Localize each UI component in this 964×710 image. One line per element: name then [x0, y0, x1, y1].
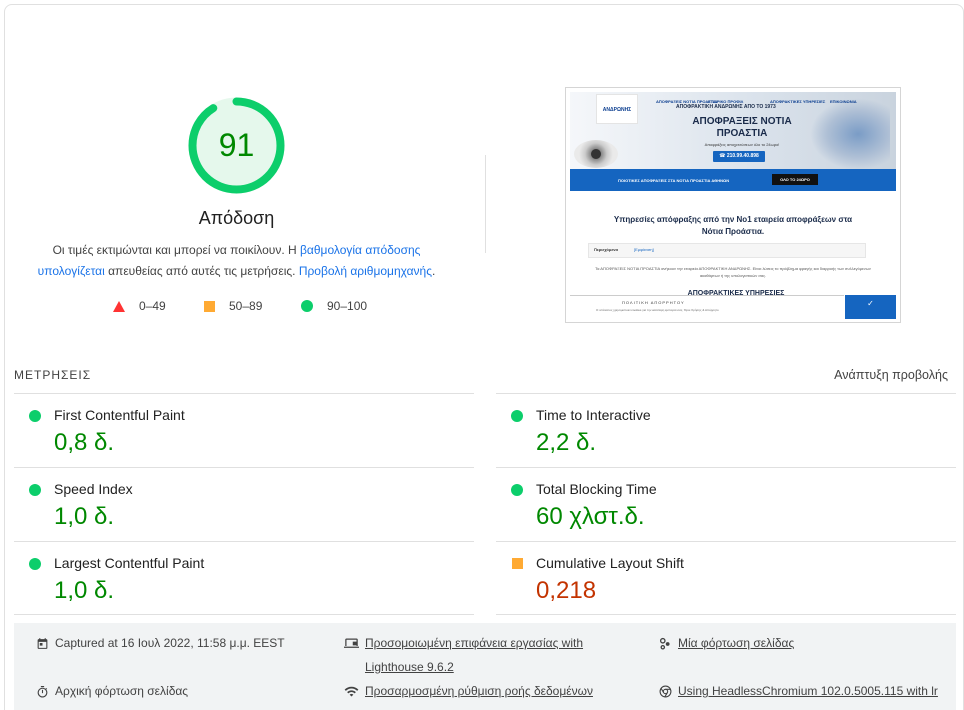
legend-pass-label: 90–100	[327, 299, 368, 313]
metric-speed-index: Speed Index 1,0 δ.	[14, 468, 474, 542]
metric-lcp: Largest Contentful Paint 1,0 δ.	[14, 542, 474, 616]
metric-value: 60 χλστ.δ.	[536, 503, 645, 530]
thumb-nav-item: ΕΠΙΚΟΙΝΩΝΙΑ	[830, 99, 857, 104]
pass-circle-icon	[29, 558, 41, 570]
metric-name: Speed Index	[54, 481, 133, 497]
pass-circle-icon	[29, 410, 41, 422]
info-initial-load: Αρχική φόρτωση σελίδας	[36, 684, 188, 699]
initial-load-text: Αρχική φόρτωση σελίδας	[55, 684, 189, 698]
legend-fail: 0–49	[113, 299, 166, 313]
pass-circle-icon	[301, 300, 313, 312]
calculator-link[interactable]: Προβολή αριθμομηχανής	[299, 264, 432, 278]
legend-pass: 90–100	[301, 299, 367, 313]
metric-name: Cumulative Layout Shift	[536, 555, 684, 571]
legend-average: 50–89	[204, 299, 262, 313]
runtime-info-panel: Captured at 16 Ιουλ 2022, 11:58 μ.μ. EES…	[14, 623, 956, 710]
performance-description: Οι τιμές εκτιμώνται και μπορεί να ποικίλ…	[30, 240, 443, 282]
thumb-cookie-text: Ο ιστότοπος χρησιμοποιεί cookies για την…	[596, 308, 719, 312]
throttling-link[interactable]: Προσαρμοσμένη ρύθμιση ροής δεδομένων	[365, 679, 593, 703]
metric-value: 0,8 δ.	[54, 429, 115, 456]
fail-triangle-icon	[113, 300, 125, 312]
metric-name: Time to Interactive	[536, 407, 651, 423]
thumb-logo: ΑΝΔΡΩΝΗΣ	[596, 94, 638, 124]
device-line-1: Προσομοιωμένη επιφάνεια εργασίας with	[365, 636, 584, 650]
thumb-nav-item: ΑΠΟΦΡΑΚΤΙΚΕΣ ΥΠΗΡΕΣΙΕΣ	[770, 99, 826, 104]
thumb-cookie-title: ΠΟΛΙΤΙΚΗ ΑΠΟΡΡΗΤΟΥ	[622, 300, 685, 305]
final-screenshot[interactable]: ΑΝΔΡΩΝΗΣ ΑΠΟΦΡΑΞΕΙΣ ΝΟΤΙΑ ΠΡΟΑΣΤΙΑ ΕΤΑΙΡ…	[565, 87, 901, 323]
captured-text: Captured at 16 Ιουλ 2022, 11:58 μ.μ. EES…	[55, 636, 285, 650]
laptop-icon	[344, 638, 359, 648]
metrics-heading: ΜΕΤΡΗΣΕΙΣ	[14, 368, 92, 382]
pass-circle-icon	[29, 484, 41, 496]
metric-name: Largest Contentful Paint	[54, 555, 205, 571]
wifi-icon	[344, 686, 359, 697]
thumb-toc-link: [Εμφάνιση]	[634, 247, 654, 252]
thumb-cookie-banner	[570, 295, 844, 319]
performance-score: 91	[218, 127, 255, 163]
performance-title: Απόδοση	[198, 208, 275, 228]
thumb-accept-button: ✓	[845, 295, 896, 319]
metric-value: 0,218	[536, 577, 597, 604]
metric-name: Total Blocking Time	[536, 481, 657, 497]
thumb-bar-text: ΠΟΙΟΤΙΚΕΣ ΑΠΟΦΡΑΞΕΙΣ ΣΤΑ ΝΟΤΙΑ ΠΡΟΑΣΤΙΑ …	[618, 178, 730, 183]
thumb-headline: ΑΠΟΦΡΑΞΕΙΣ ΝΟΤΙΑ ΠΡΟΑΣΤΙΑ	[692, 116, 792, 139]
multi-circles-icon	[659, 637, 670, 650]
device-line-2: Lighthouse 9.6.2	[365, 660, 454, 674]
metric-tbt: Total Blocking Time 60 χλστ.δ.	[496, 468, 956, 542]
metric-fcp: First Contentful Paint 0,8 δ.	[14, 394, 474, 468]
browser-link[interactable]: Using HeadlessChromium 102.0.5005.115 wi…	[678, 679, 938, 703]
metric-value: 1,0 δ.	[54, 503, 115, 530]
thumb-subtitle: Αποφράξεις αποχετεύσεων όλο το 24ωρο!	[704, 142, 780, 147]
info-throttling[interactable]: Προσαρμοσμένη ρύθμιση ροής δεδομένων	[344, 684, 593, 703]
vertical-divider	[485, 155, 486, 253]
desc-text-2: απευθείας από αυτές τις μετρήσεις.	[104, 264, 299, 278]
metric-value: 1,0 δ.	[54, 577, 115, 604]
metric-tti: Time to Interactive 2,2 δ.	[496, 394, 956, 468]
info-single-load[interactable]: Μία φόρτωση σελίδας	[659, 636, 794, 655]
thumb-phone-button: ☎ 210.99.40.898	[713, 151, 765, 162]
chrome-icon	[659, 685, 672, 698]
thumb-toc-box	[588, 243, 866, 258]
single-load-link[interactable]: Μία φόρτωση σελίδας	[678, 631, 794, 655]
pass-circle-icon	[511, 484, 523, 496]
metric-name: First Contentful Paint	[54, 407, 185, 423]
thumb-tagline: ΑΠΟΦΡΑΚΤΙΚΗ ΑΝΔΡΩΝΗΣ ΑΠΟ ΤΟ 1973	[676, 104, 776, 110]
thumb-toc-label: Περιεχόμενα	[594, 247, 618, 252]
device-link[interactable]: Προσομοιωμένη επιφάνεια εργασίας with Lig…	[365, 631, 583, 679]
thumb-drain-image	[574, 140, 618, 168]
info-browser[interactable]: Using HeadlessChromium 102.0.5005.115 wi…	[659, 684, 938, 703]
thumb-bar-button: ΟΛΟ ΤΟ 24ΩΡΟ	[772, 174, 818, 185]
score-legend: 0–49 50–89 90–100	[0, 299, 480, 317]
calendar-icon	[37, 638, 48, 649]
legend-average-label: 50–89	[229, 299, 263, 313]
metric-value: 2,2 δ.	[536, 429, 597, 456]
average-square-icon	[204, 300, 215, 312]
metric-cls: Cumulative Layout Shift 0,218	[496, 542, 956, 616]
pass-circle-icon	[511, 410, 523, 422]
desc-text-3: .	[431, 264, 436, 278]
stopwatch-icon	[37, 686, 48, 698]
legend-fail-label: 0–49	[139, 299, 166, 313]
thumb-body-text: Τα ΑΠΟΦΡΑΞΕΙΣ ΝΟΤΙΑ ΠΡΟΑΣΤΙΑ ανήκουν την…	[595, 266, 871, 278]
average-square-icon	[512, 558, 523, 569]
desc-text-1: Οι τιμές εκτιμώνται και μπορεί να ποικίλ…	[52, 243, 301, 257]
info-device[interactable]: Προσομοιωμένη επιφάνεια εργασίας with Lig…	[344, 636, 583, 679]
thumb-section-title: Υπηρεσίες απόφραξης από την Νο1 εταιρεία…	[613, 215, 853, 236]
thumb-tools-image	[810, 98, 890, 170]
expand-view-toggle[interactable]: Ανάπτυξη προβολής	[834, 368, 948, 382]
info-captured: Captured at 16 Ιουλ 2022, 11:58 μ.μ. EES…	[36, 636, 285, 650]
